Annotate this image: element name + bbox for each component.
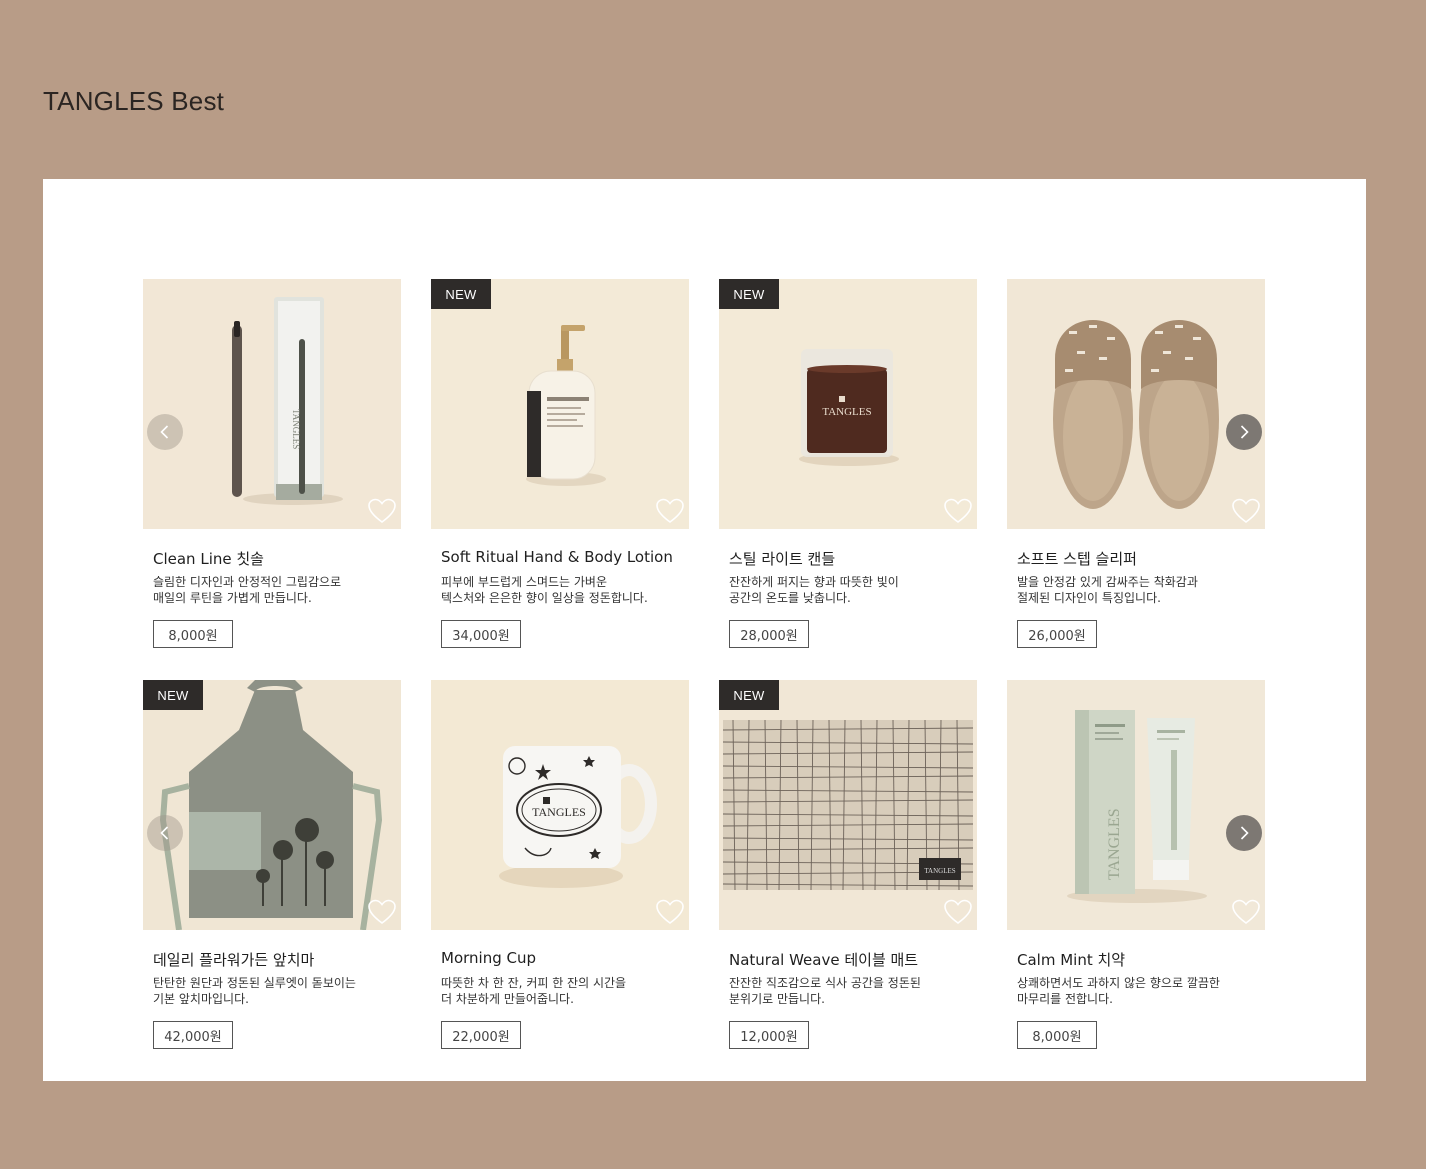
new-badge: NEW — [719, 279, 779, 309]
product-description: 탄탄한 원단과 정돈된 실루엣이 돋보이는 기본 앞치마입니다. — [153, 975, 393, 1007]
description-line: 텍스처와 은은한 향이 일상을 정돈합니다. — [441, 591, 648, 605]
product-card[interactable]: 소프트 스텝 슬리퍼 발을 안정감 있게 감싸주는 착화감과 절제된 디자인이 … — [1007, 279, 1265, 651]
lotion-bottle-image — [431, 279, 689, 529]
description-line: 잔잔하게 퍼지는 향과 따뜻한 빛이 — [729, 575, 899, 589]
description-line: 분위기로 만듭니다. — [729, 992, 825, 1006]
description-line: 마무리를 전합니다. — [1017, 992, 1113, 1006]
wishlist-heart-icon[interactable] — [367, 898, 397, 926]
product-price: 12,000원 — [729, 1021, 809, 1049]
product-description: 슬림한 디자인과 안정적인 그립감으로 매일의 루틴을 가볍게 만듭니다. — [153, 574, 393, 606]
product-price: 28,000원 — [729, 620, 809, 648]
product-description: 따뜻한 차 한 잔, 커피 한 잔의 시간을 더 차분하게 만들어줍니다. — [441, 975, 681, 1007]
product-card[interactable]: TANGLES NEW Natural Weave 테이블 매트 잔잔한 직조감… — [719, 680, 977, 1052]
apron-image — [143, 680, 401, 930]
brand-mark: TANGLES — [291, 409, 301, 449]
product-card[interactable]: TANGLES NEW 스틸 라이트 캔들 잔잔하게 퍼지는 향과 따뜻한 빛이… — [719, 279, 977, 651]
mug-image: TANGLES — [431, 680, 689, 930]
product-image-apron[interactable]: NEW — [143, 680, 401, 930]
product-row-1: TANGLES Clean Line 칫솔 슬림한 디자인과 안정적인 그립감으… — [143, 279, 1266, 651]
product-price: 22,000원 — [441, 1021, 521, 1049]
brand-mark: TANGLES — [1106, 808, 1123, 880]
carousel-prev-button[interactable] — [147, 414, 183, 450]
product-image-toothbrush[interactable]: TANGLES — [143, 279, 401, 529]
product-name[interactable]: 데일리 플라워가든 앞치마 — [153, 949, 401, 969]
chevron-left-icon — [160, 425, 169, 439]
product-price: 34,000원 — [441, 620, 521, 648]
wishlist-heart-icon[interactable] — [943, 898, 973, 926]
candle-image: TANGLES — [719, 279, 977, 529]
product-name[interactable]: Soft Ritual Hand & Body Lotion — [441, 548, 689, 568]
product-price: 8,000원 — [1017, 1021, 1097, 1049]
new-badge: NEW — [431, 279, 491, 309]
best-products-panel: TANGLES Clean Line 칫솔 슬림한 디자인과 안정적인 그립감으… — [43, 179, 1366, 1081]
description-line: 발을 안정감 있게 감싸주는 착화감과 — [1017, 575, 1198, 589]
description-line: 더 차분하게 만들어줍니다. — [441, 992, 574, 1006]
product-name[interactable]: Calm Mint 치약 — [1017, 949, 1265, 969]
product-image-slippers[interactable] — [1007, 279, 1265, 529]
wishlist-heart-icon[interactable] — [367, 497, 397, 525]
product-description: 잔잔하게 퍼지는 향과 따뜻한 빛이 공간의 온도를 낮춥니다. — [729, 574, 969, 606]
product-description: 잔잔한 직조감으로 식사 공간을 정돈된 분위기로 만듭니다. — [729, 975, 969, 1007]
product-price: 42,000원 — [153, 1021, 233, 1049]
product-row-2: NEW 데일리 플라워가든 앞치마 탄탄한 원단과 정돈된 실루엣이 돋보이는 … — [143, 680, 1266, 1052]
product-description: 피부에 부드럽게 스며드는 가벼운 텍스처와 은은한 향이 일상을 정돈합니다. — [441, 574, 681, 606]
new-badge: NEW — [143, 680, 203, 710]
description-line: 공간의 온도를 낮춥니다. — [729, 591, 851, 605]
description-line: 기본 앞치마입니다. — [153, 992, 249, 1006]
carousel-prev-button[interactable] — [147, 815, 183, 851]
product-name[interactable]: 스틸 라이트 캔들 — [729, 548, 977, 568]
table-mat-image: TANGLES — [719, 680, 977, 930]
product-image-candle[interactable]: TANGLES NEW — [719, 279, 977, 529]
description-line: 매일의 루틴을 가볍게 만듭니다. — [153, 591, 312, 605]
brand-mark: TANGLES — [822, 406, 871, 418]
product-card[interactable]: NEW Soft Ritual Hand & Body Lotion 피부에 부… — [431, 279, 689, 651]
wishlist-heart-icon[interactable] — [655, 898, 685, 926]
description-line: 잔잔한 직조감으로 식사 공간을 정돈된 — [729, 976, 921, 990]
product-image-lotion[interactable]: NEW — [431, 279, 689, 529]
product-price: 26,000원 — [1017, 620, 1097, 648]
product-image-table-mat[interactable]: TANGLES NEW — [719, 680, 977, 930]
carousel-next-button[interactable] — [1226, 414, 1262, 450]
description-line: 절제된 디자인이 특징입니다. — [1017, 591, 1161, 605]
product-name[interactable]: Clean Line 칫솔 — [153, 548, 401, 568]
description-line: 상쾌하면서도 과하지 않은 향으로 깔끔한 — [1017, 976, 1220, 990]
product-description: 상쾌하면서도 과하지 않은 향으로 깔끔한 마무리를 전합니다. — [1017, 975, 1257, 1007]
toothbrush-image: TANGLES — [143, 279, 401, 529]
wishlist-heart-icon[interactable] — [943, 497, 973, 525]
wishlist-heart-icon[interactable] — [655, 497, 685, 525]
description-line: 따뜻한 차 한 잔, 커피 한 잔의 시간을 — [441, 976, 627, 990]
product-card[interactable]: TANGLES Calm Mint 치약 상쾌하면서도 과하지 않은 향으로 깔… — [1007, 680, 1265, 1052]
product-card[interactable]: TANGLES Morning Cup 따뜻한 차 한 잔, 커피 한 잔의 시… — [431, 680, 689, 1052]
description-line: 슬림한 디자인과 안정적인 그립감으로 — [153, 575, 342, 589]
product-name[interactable]: Morning Cup — [441, 949, 689, 969]
description-line: 탄탄한 원단과 정돈된 실루엣이 돋보이는 — [153, 976, 356, 990]
toothpaste-image: TANGLES — [1007, 680, 1265, 930]
product-image-toothpaste[interactable]: TANGLES — [1007, 680, 1265, 930]
wishlist-heart-icon[interactable] — [1231, 898, 1261, 926]
product-name[interactable]: Natural Weave 테이블 매트 — [729, 949, 977, 969]
new-badge: NEW — [719, 680, 779, 710]
product-price: 8,000원 — [153, 620, 233, 648]
chevron-left-icon — [160, 826, 169, 840]
slippers-image — [1007, 279, 1265, 529]
brand-mark: TANGLES — [532, 805, 586, 819]
product-name[interactable]: 소프트 스텝 슬리퍼 — [1017, 548, 1265, 568]
product-card[interactable]: TANGLES Clean Line 칫솔 슬림한 디자인과 안정적인 그립감으… — [143, 279, 401, 651]
chevron-right-icon — [1240, 826, 1249, 840]
page-title: TANGLES Best — [43, 86, 225, 116]
wishlist-heart-icon[interactable] — [1231, 497, 1261, 525]
brand-mark: TANGLES — [924, 867, 955, 875]
description-line: 피부에 부드럽게 스며드는 가벼운 — [441, 575, 608, 589]
product-card[interactable]: NEW 데일리 플라워가든 앞치마 탄탄한 원단과 정돈된 실루엣이 돋보이는 … — [143, 680, 401, 1052]
carousel-next-button[interactable] — [1226, 815, 1262, 851]
product-image-mug[interactable]: TANGLES — [431, 680, 689, 930]
product-description: 발을 안정감 있게 감싸주는 착화감과 절제된 디자인이 특징입니다. — [1017, 574, 1257, 606]
chevron-right-icon — [1240, 425, 1249, 439]
